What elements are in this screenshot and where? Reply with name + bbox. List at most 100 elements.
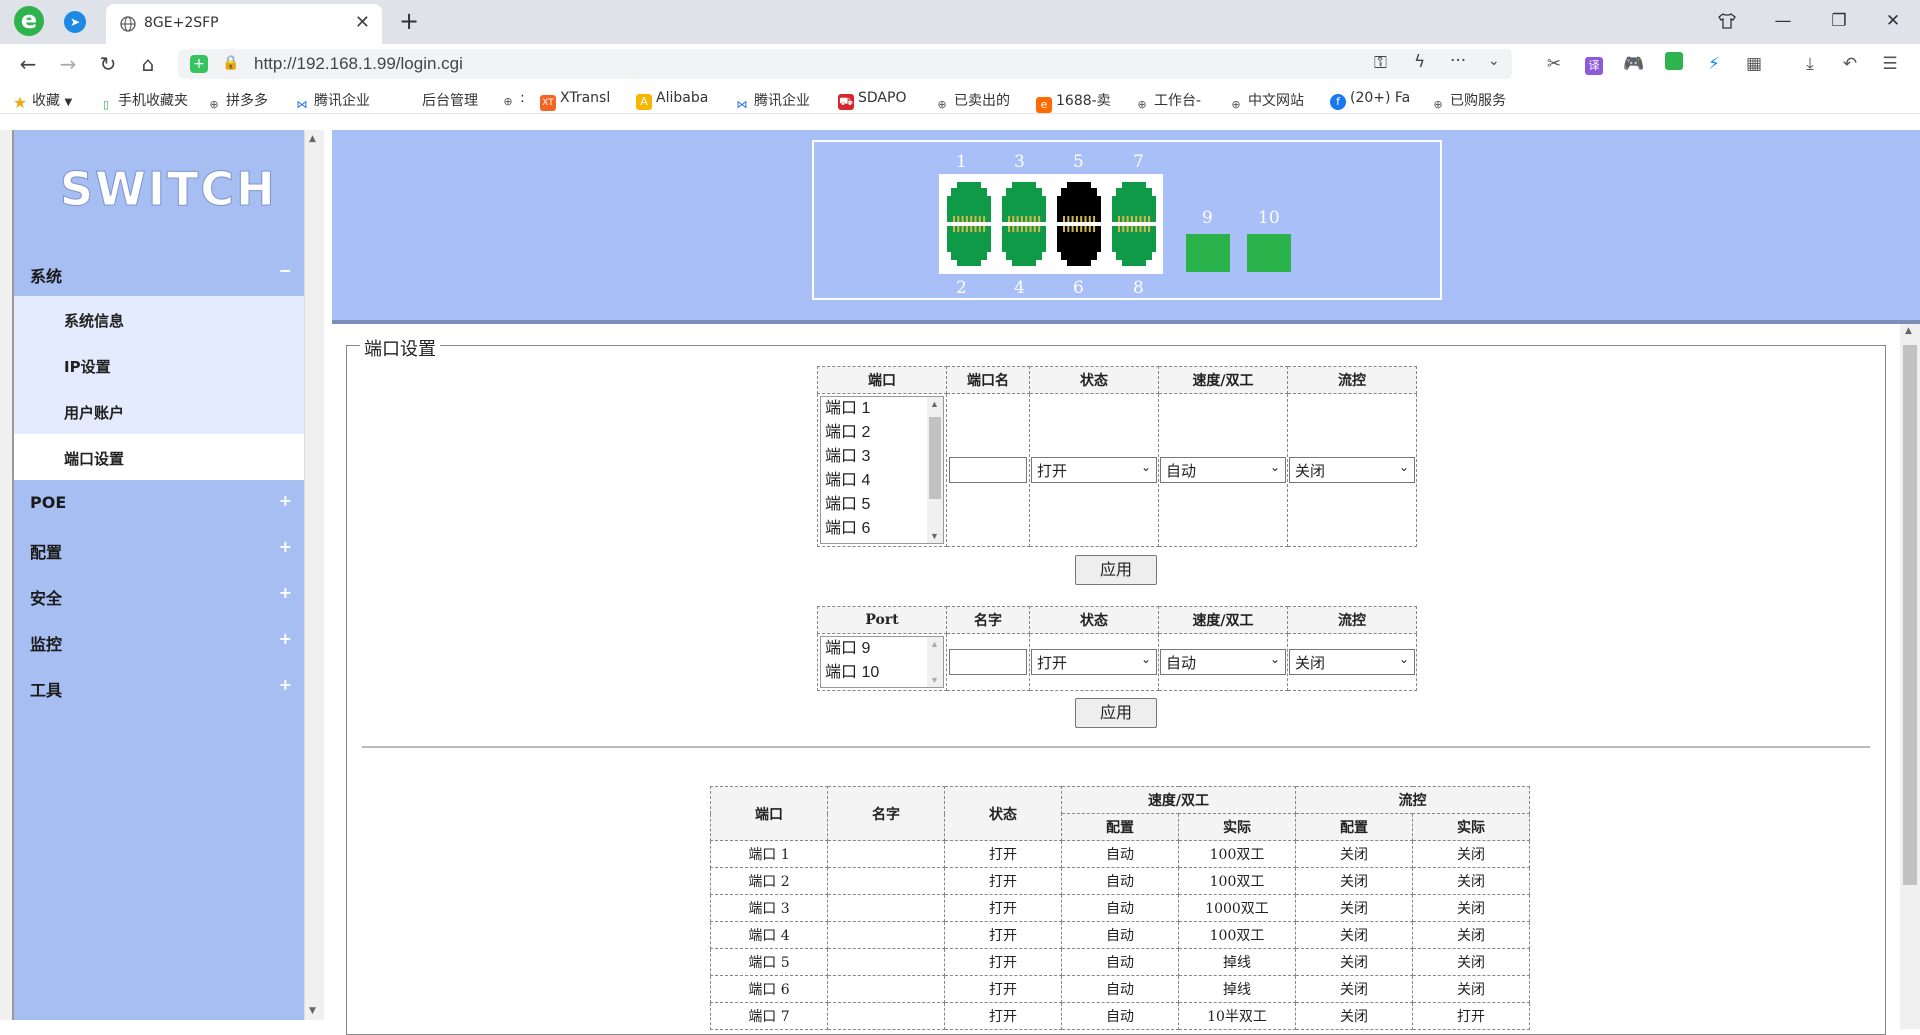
scissors-icon[interactable]: ✂ <box>1542 52 1566 76</box>
apply-button-sfp[interactable]: 应用 <box>1075 698 1157 728</box>
bookmark-item[interactable]: 后台管理 <box>422 90 478 110</box>
table-row: 端口 3 打开 自动 1000双工 关闭 关闭 <box>710 894 1530 922</box>
bookmark-item[interactable]: A Alibaba <box>636 90 708 110</box>
minimize-button[interactable]: — <box>1766 6 1800 36</box>
port-name-input[interactable] <box>949 457 1027 483</box>
bookmark-item[interactable]: ⋈ 腾讯企业 <box>734 90 811 113</box>
browser-tab[interactable]: 8GE+2SFP ✕ <box>106 4 382 44</box>
flow-control-select[interactable]: 关闭 ⌄ <box>1289 457 1415 483</box>
more-icon[interactable]: ··· <box>1450 51 1466 71</box>
back-button[interactable]: ← <box>12 48 44 80</box>
port-listbox[interactable]: 端口 1 端口 2 端口 3 端口 4 端口 5 端口 6 ▲ ▼ <box>820 396 944 544</box>
game-icon[interactable]: 🎮 <box>1622 52 1646 76</box>
sidebar-scrollbar[interactable]: ▲ ▼ <box>304 130 324 1020</box>
undo-icon[interactable]: ↶ <box>1838 52 1862 76</box>
menu-system[interactable]: 系统 − <box>14 250 304 296</box>
expand-icon: + <box>278 583 292 602</box>
bookmark-item[interactable]: ⋈ 腾讯企业 <box>294 90 371 113</box>
main-scrollbar-thumb[interactable] <box>1903 345 1917 885</box>
send-icon[interactable]: ➤ <box>64 11 86 33</box>
key-icon[interactable]: ⚿ <box>1374 53 1387 73</box>
bookmark-item[interactable]: ★ 收藏 ▼ <box>12 90 72 111</box>
table-cell-speed-act: 100双工 <box>1178 867 1296 895</box>
url-box[interactable]: + 🔒 http://192.168.1.99/login.cgi ⚿ ϟ ··… <box>178 49 1512 79</box>
shield-plus-icon[interactable]: + <box>190 55 208 73</box>
sfp-state-select[interactable]: 打开 ⌄ <box>1031 649 1157 675</box>
globe-icon: ⊕ <box>937 98 947 111</box>
list-item[interactable]: 端口 6 <box>821 517 943 541</box>
bookmark-item[interactable]: ⊕ 中文网站 <box>1228 90 1304 113</box>
list-item[interactable]: 端口 3 <box>821 445 943 469</box>
state-select[interactable]: 打开 ⌄ <box>1031 457 1157 483</box>
submenu-system-info[interactable]: 系统信息 <box>14 296 304 342</box>
apps-grid-icon[interactable]: ▦ <box>1742 52 1766 76</box>
sfp-port-9[interactable] <box>1186 234 1230 272</box>
chevron-down-icon[interactable]: ⌄ <box>1488 53 1500 69</box>
table-cell-flow-act: 关闭 <box>1412 894 1530 922</box>
rj45-port-6[interactable] <box>1057 226 1101 266</box>
shirt-icon[interactable] <box>1710 6 1744 36</box>
menu-tools[interactable]: 工具 + <box>14 664 304 710</box>
book-icon[interactable] <box>1662 52 1686 76</box>
menu-monitor[interactable]: 监控 + <box>14 618 304 664</box>
menu-poe[interactable]: POE + <box>14 480 304 526</box>
left-edge-handle[interactable] <box>0 130 12 1020</box>
rj45-port-8[interactable] <box>1112 226 1156 266</box>
rj45-port-2[interactable] <box>947 226 991 266</box>
rj45-port-7[interactable] <box>1112 182 1156 222</box>
menu-security[interactable]: 安全 + <box>14 572 304 618</box>
section-title: 端口设置 <box>360 335 440 361</box>
table-cell-speed-cfg: 自动 <box>1061 840 1179 868</box>
bookmark-item[interactable]: XT XTransl <box>540 90 610 111</box>
list-item[interactable]: 端口 9 <box>821 637 943 661</box>
list-item[interactable]: 端口 10 <box>821 661 943 685</box>
list-item[interactable]: 端口 4 <box>821 469 943 493</box>
close-window-button[interactable]: ✕ <box>1876 6 1910 36</box>
rj45-port-4[interactable] <box>1002 226 1046 266</box>
url-text[interactable]: http://192.168.1.99/login.cgi <box>254 54 463 74</box>
submenu-user-accounts[interactable]: 用户账户 <box>14 388 304 434</box>
list-item[interactable]: 端口 1 <box>821 397 943 421</box>
bookmark-item[interactable]: ⊕ 已卖出的 <box>934 90 1010 113</box>
apply-button[interactable]: 应用 <box>1075 555 1157 585</box>
listbox-scrollbar[interactable]: ▲ ▼ <box>927 637 943 687</box>
bookmark-item[interactable]: ⊕ 工作台- <box>1134 90 1201 113</box>
restore-button[interactable]: ❐ <box>1822 6 1856 36</box>
download-icon[interactable]: ⤓ <box>1798 52 1822 76</box>
bookmark-item[interactable]: e 1688-卖 <box>1036 90 1111 113</box>
reload-button[interactable]: ↻ <box>92 48 124 80</box>
listbox-scrollbar[interactable]: ▲ ▼ <box>927 397 943 543</box>
bookmark-item[interactable]: ▯ 手机收藏夹 <box>98 90 188 113</box>
bookmark-item[interactable]: ⛟ SDAPO <box>838 90 906 110</box>
home-button[interactable]: ⌂ <box>132 48 164 80</box>
sfp-flow-control-select[interactable]: 关闭 ⌄ <box>1289 649 1415 675</box>
submenu-port-settings[interactable]: 端口设置 <box>14 434 304 480</box>
new-tab-button[interactable]: + <box>394 6 424 36</box>
menu-icon[interactable]: ☰ <box>1878 52 1902 76</box>
table-row: 端口 1 打开 自动 100双工 关闭 关闭 <box>710 840 1530 868</box>
sfp-name-input[interactable] <box>949 649 1027 675</box>
sfp-port-10[interactable] <box>1247 234 1291 272</box>
lock-warning-icon[interactable]: 🔒 <box>222 55 239 71</box>
expand-icon: + <box>278 629 292 648</box>
translate-icon[interactable]: 译 <box>1582 52 1606 76</box>
sfp-port-listbox[interactable]: 端口 9 端口 10 ▲ ▼ <box>820 636 944 688</box>
list-item[interactable]: 端口 2 <box>821 421 943 445</box>
close-tab-icon[interactable]: ✕ <box>355 12 370 33</box>
speed-duplex-select[interactable]: 自动 ⌄ <box>1160 457 1286 483</box>
bookmark-item[interactable]: ⊕ 拼多多 <box>206 90 268 113</box>
rj45-port-3[interactable] <box>1002 182 1046 222</box>
bookmark-item[interactable]: f (20+) Fa <box>1330 90 1410 110</box>
list-item[interactable]: 端口 5 <box>821 493 943 517</box>
forward-button[interactable]: → <box>52 48 84 80</box>
lightning-icon[interactable]: ϟ <box>1414 52 1425 72</box>
rj45-port-5[interactable] <box>1057 182 1101 222</box>
rj45-port-1[interactable] <box>947 182 991 222</box>
screen-share-icon[interactable]: ⚡ <box>1702 52 1726 76</box>
menu-config[interactable]: 配置 + <box>14 526 304 572</box>
sfp-speed-duplex-select[interactable]: 自动 ⌄ <box>1160 649 1286 675</box>
submenu-ip-settings[interactable]: IP设置 <box>14 342 304 388</box>
bookmark-item[interactable]: ⊕ 已购服务 <box>1430 90 1506 113</box>
collapse-icon: − <box>278 261 292 280</box>
bookmark-item[interactable]: ⊕: <box>500 90 524 110</box>
